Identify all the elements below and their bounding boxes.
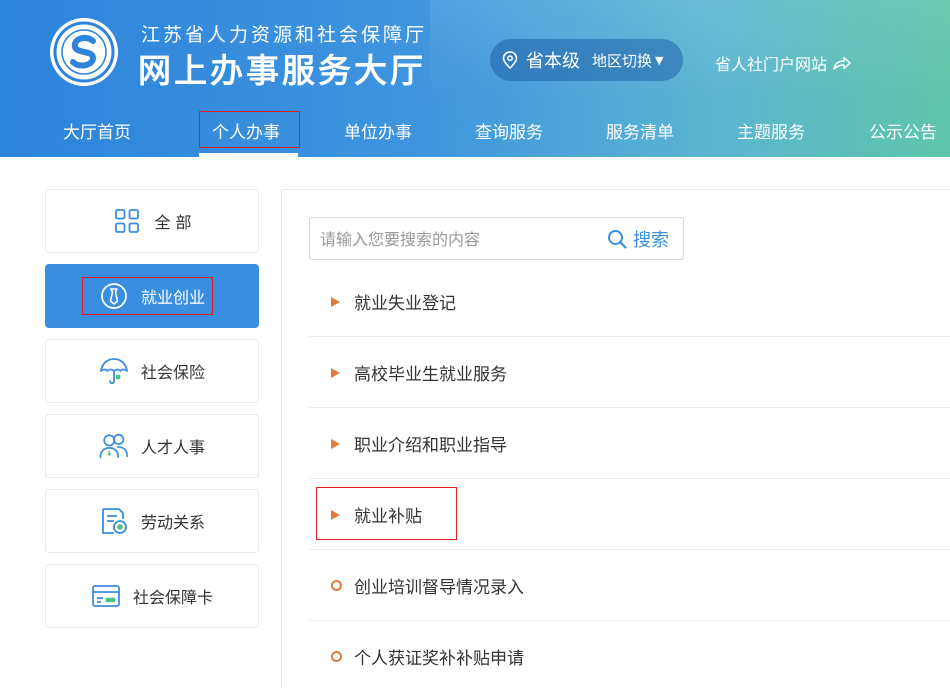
- sidebar-item-label: 社会保险: [140, 363, 205, 382]
- region-level: 省本级: [526, 51, 580, 72]
- main-nav: 大厅首页 个人办事 单位办事 查询服务 服务清单 主题服务 公示公告: [0, 100, 950, 157]
- service-item-label[interactable]: 创业培训督导情况录入: [354, 550, 524, 621]
- service-item-label[interactable]: 职业介绍和职业指导: [354, 408, 507, 479]
- nav-item-company[interactable]: 单位办事: [344, 118, 412, 143]
- service-item[interactable]: 创业培训督导情况录入: [309, 550, 950, 621]
- portal-link[interactable]: 省人社门户网站: [715, 51, 851, 75]
- sidebar-item-labor-relations[interactable]: 劳动关系: [45, 489, 259, 553]
- triangle-marker-icon: [331, 408, 340, 479]
- ring-marker-icon: [331, 621, 342, 688]
- caret-down-icon: ▼: [655, 53, 664, 67]
- ring-marker-icon: [331, 550, 342, 621]
- site-name: 网上办事服务大厅: [138, 51, 426, 90]
- location-pin-icon: [502, 51, 518, 69]
- sidebar-item-social-insurance[interactable]: 社会保险: [45, 339, 259, 403]
- sidebar-item-label: 劳动关系: [140, 513, 205, 532]
- grid-icon: [112, 206, 142, 236]
- service-item-label[interactable]: 高校毕业生就业服务: [354, 337, 507, 408]
- search-icon: [608, 230, 627, 249]
- search-box: 搜索: [309, 217, 684, 260]
- people-icon: [99, 431, 129, 461]
- logo[interactable]: [50, 18, 118, 86]
- search-input[interactable]: [320, 227, 600, 251]
- sidebar-item-talent[interactable]: 人才人事: [45, 414, 259, 478]
- org-name: 江苏省人力资源和社会保障厅: [141, 24, 428, 46]
- nav-item-notices[interactable]: 公示公告: [869, 118, 937, 143]
- nav-active-highlight: [199, 111, 300, 148]
- service-item[interactable]: 职业介绍和职业指导: [309, 408, 950, 479]
- sidebar-item-social-card[interactable]: 社会保障卡: [45, 564, 259, 628]
- nav-active-underline: [199, 153, 298, 157]
- triangle-marker-icon: [331, 337, 340, 408]
- sidebar-item-label: 社会保障卡: [132, 588, 213, 607]
- sidebar-active-highlight: [82, 277, 213, 315]
- service-item-highlight: [316, 487, 457, 540]
- logo-emblem-icon: [53, 21, 115, 83]
- document-badge-icon: [99, 506, 129, 536]
- sidebar-item-all[interactable]: 全 部: [45, 189, 259, 253]
- service-item-label[interactable]: 个人获证奖补补贴申请: [354, 621, 524, 688]
- sidebar-item-label: 人才人事: [140, 438, 205, 457]
- region-switch-label[interactable]: 地区切换: [592, 50, 652, 71]
- nav-item-topics[interactable]: 主题服务: [737, 118, 805, 143]
- search-button[interactable]: 搜索: [607, 227, 669, 251]
- nav-item-query[interactable]: 查询服务: [475, 118, 543, 143]
- nav-item-home[interactable]: 大厅首页: [63, 118, 131, 143]
- service-item[interactable]: 个人获证奖补补贴申请: [309, 621, 950, 688]
- nav-item-service-list[interactable]: 服务清单: [606, 118, 674, 143]
- triangle-marker-icon: [331, 266, 340, 337]
- search-button-label: 搜索: [633, 230, 669, 251]
- service-item[interactable]: 高校毕业生就业服务: [309, 337, 950, 408]
- sidebar-item-label: 全 部: [154, 213, 192, 232]
- share-arrow-icon: [833, 56, 851, 70]
- service-item[interactable]: 就业失业登记: [309, 266, 950, 337]
- region-selector[interactable]: 省本级 地区切换 ▼: [490, 39, 683, 81]
- service-item-label[interactable]: 就业失业登记: [354, 266, 456, 337]
- card-icon: [91, 581, 121, 611]
- portal-link-label[interactable]: 省人社门户网站: [715, 51, 827, 75]
- umbrella-icon: [99, 356, 129, 386]
